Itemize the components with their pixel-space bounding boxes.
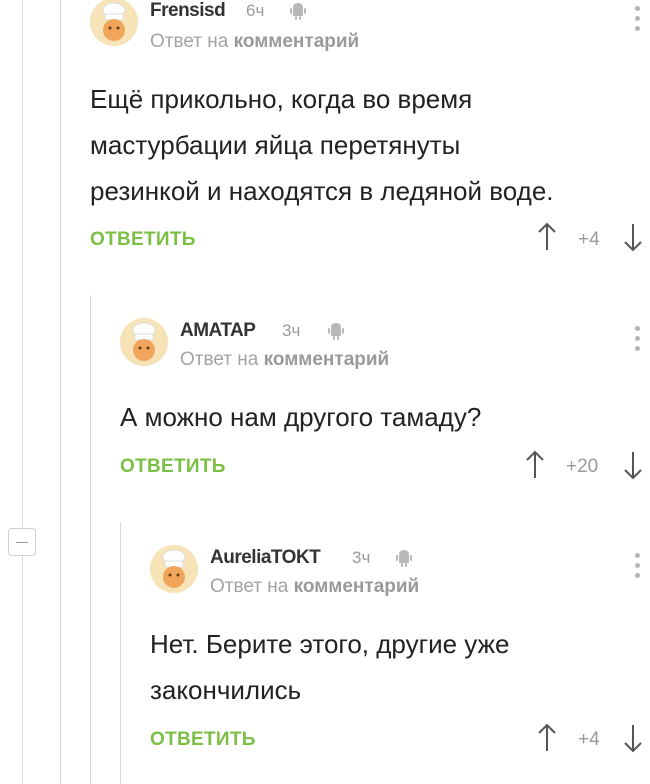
minus-icon <box>16 542 28 543</box>
comment-time: 3ч <box>282 321 301 340</box>
reply-to-line: Ответ на комментарий <box>180 349 389 371</box>
cook-avatar-icon <box>120 318 168 366</box>
arrow-down-icon[interactable] <box>623 450 643 480</box>
more-icon[interactable] <box>635 326 641 356</box>
rating: +20 <box>566 456 599 477</box>
avatar[interactable] <box>120 318 168 366</box>
reply-button[interactable]: ОТВЕТИТЬ <box>90 229 196 251</box>
avatar[interactable] <box>90 0 138 46</box>
cook-avatar-icon <box>90 0 138 46</box>
android-icon <box>328 323 344 340</box>
comment-text: А можно нам другого тамаду? <box>120 394 650 440</box>
comment-frensisd: Frensisd 6ч Ответ на комментарий Ещё при… <box>90 0 650 270</box>
comment-text: Нет. Берите этого, другие уже закончилис… <box>150 621 650 713</box>
username[interactable]: Frensisd <box>150 0 226 22</box>
avatar[interactable] <box>150 545 198 593</box>
reply-to-link[interactable]: комментарий <box>264 349 390 370</box>
reply-to-line: Ответ на комментарий <box>150 31 359 53</box>
collapse-connector-lower <box>22 556 23 784</box>
comment-text-line: Ещё прикольно, когда во время <box>90 84 473 114</box>
rating: +4 <box>578 729 600 750</box>
reply-to-prefix: Ответ на <box>210 576 289 597</box>
comment-aureliatokt: AureliaTOKT 3ч Ответ на комментарий Нет.… <box>150 545 650 775</box>
comment-text: Ещё прикольно, когда во время мастурбаци… <box>90 76 650 214</box>
rating: +4 <box>578 229 600 250</box>
collapse-connector <box>22 0 23 528</box>
comment-text-line: резинкой и находятся в ледяной воде. <box>90 176 554 206</box>
reply-button[interactable]: ОТВЕТИТЬ <box>150 729 256 751</box>
comment-text-line: закончились <box>150 675 302 705</box>
arrow-up-icon[interactable] <box>537 222 557 252</box>
collapse-thread-button[interactable] <box>8 528 36 556</box>
android-icon <box>290 3 306 20</box>
reply-to-link[interactable]: комментарий <box>294 576 420 597</box>
comment-time: 3ч <box>352 548 371 567</box>
comment-amatap: AMATAP 3ч Ответ на комментарий А можно н… <box>120 318 650 498</box>
reply-to-prefix: Ответ на <box>150 31 229 52</box>
thread-line-level1 <box>60 0 61 784</box>
username[interactable]: AureliaTOKT <box>210 547 321 569</box>
comment-text-line: Нет. Берите этого, другие уже <box>150 629 510 659</box>
comment-text-line: мастурбации яйца перетянуты <box>90 130 461 160</box>
thread-line-level2 <box>90 295 91 784</box>
cook-avatar-icon <box>150 545 198 593</box>
arrow-up-icon[interactable] <box>537 723 557 753</box>
username[interactable]: AMATAP <box>180 320 256 342</box>
comment-time: 6ч <box>246 1 265 20</box>
thread-line-level3 <box>120 522 121 784</box>
arrow-down-icon[interactable] <box>623 723 643 753</box>
arrow-down-icon[interactable] <box>623 222 643 252</box>
android-icon <box>396 550 412 567</box>
reply-to-prefix: Ответ на <box>180 349 259 370</box>
more-icon[interactable] <box>635 6 641 36</box>
comment-text-line: А можно нам другого тамаду? <box>120 402 482 432</box>
reply-button[interactable]: ОТВЕТИТЬ <box>120 456 226 478</box>
arrow-up-icon[interactable] <box>525 450 545 480</box>
reply-to-link[interactable]: комментарий <box>234 31 360 52</box>
reply-to-line: Ответ на комментарий <box>210 576 419 598</box>
more-icon[interactable] <box>635 553 641 583</box>
